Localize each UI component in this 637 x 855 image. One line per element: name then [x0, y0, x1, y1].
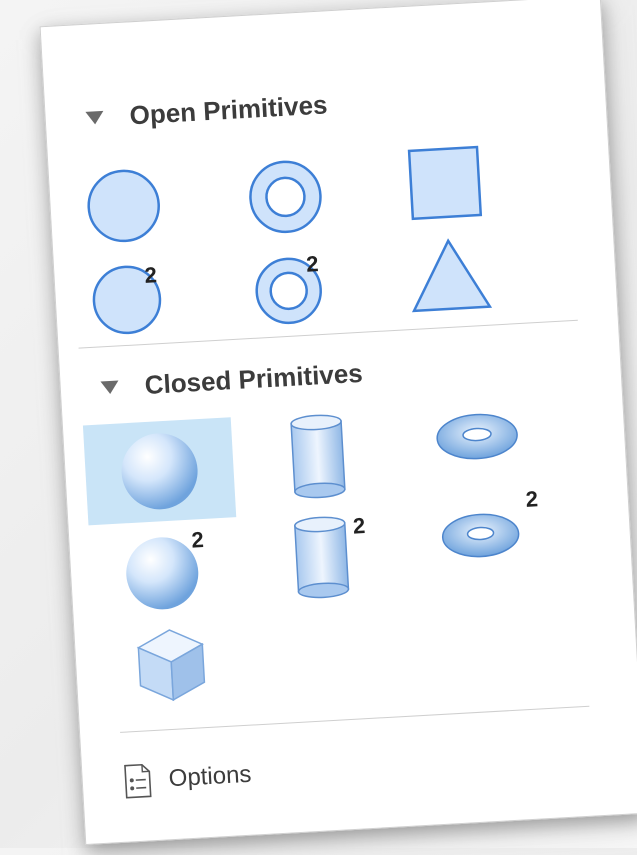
cube-primitive[interactable] — [104, 612, 239, 715]
circle-icon — [87, 169, 160, 243]
square-icon — [407, 145, 483, 221]
ring-2-icon — [255, 257, 322, 325]
torus-primitive[interactable] — [410, 385, 545, 488]
primitives-panel: Open Primitives 2 2 Closed Primitives 2 … — [39, 0, 637, 846]
cube-icon — [136, 629, 206, 702]
cylinder-icon — [290, 414, 346, 499]
collapse-triangle-icon[interactable] — [85, 110, 105, 125]
sphere-primitive[interactable] — [82, 417, 237, 526]
cylinder-2-badge: 2 — [352, 512, 366, 539]
triangle-primitive[interactable] — [382, 223, 517, 326]
sphere-2-badge: 2 — [190, 526, 205, 553]
options-button[interactable]: Options — [122, 757, 253, 800]
ring-icon — [249, 160, 322, 234]
torus-2-icon — [441, 513, 520, 558]
options-icon — [124, 763, 152, 799]
cylinder-primitive[interactable] — [250, 404, 385, 507]
circle-2-primitive[interactable]: 2 — [61, 244, 196, 347]
square-primitive[interactable] — [377, 131, 512, 234]
circle-2-badge: 2 — [143, 262, 158, 288]
torus-icon — [436, 413, 518, 460]
sphere-icon — [121, 433, 198, 510]
torus-2-primitive[interactable]: 2 — [415, 480, 550, 583]
closed-primitives-title: Closed Primitives — [143, 357, 364, 400]
cylinder-2-primitive[interactable]: 2 — [256, 504, 391, 607]
ring-primitive[interactable] — [218, 145, 353, 248]
cylinder-2-icon — [294, 516, 350, 599]
ring-2-primitive[interactable]: 2 — [223, 235, 358, 338]
open-primitives-title: Open Primitives — [128, 89, 329, 131]
circle-primitive[interactable] — [56, 154, 191, 257]
sphere-2-primitive[interactable]: 2 — [96, 518, 231, 621]
circle-2-icon — [92, 265, 162, 335]
collapse-triangle-icon[interactable] — [100, 380, 120, 395]
open-primitives-header[interactable]: Open Primitives — [85, 89, 328, 133]
triangle-icon — [411, 238, 493, 313]
ring-2-badge: 2 — [305, 251, 320, 277]
closed-primitives-header[interactable]: Closed Primitives — [100, 358, 364, 404]
options-label: Options — [168, 760, 253, 793]
torus-2-badge: 2 — [525, 486, 539, 512]
